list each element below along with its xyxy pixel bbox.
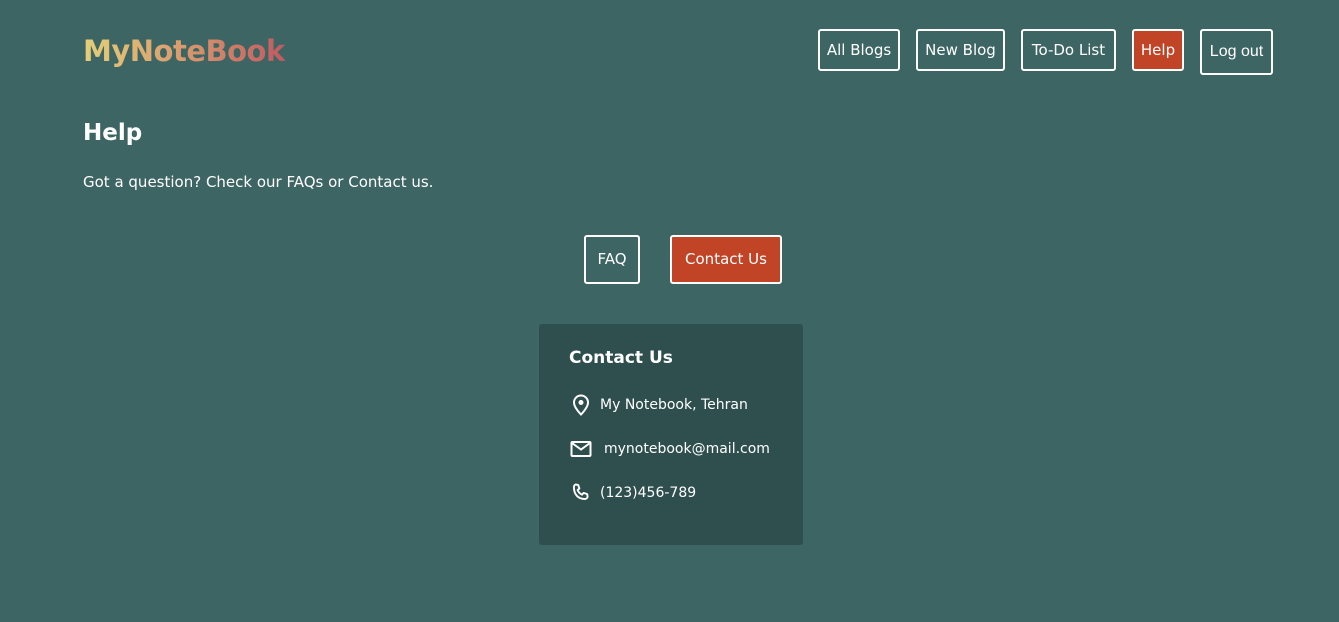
brand-logo[interactable]: MyNoteBook bbox=[83, 32, 285, 70]
nav-todo-list-button[interactable]: To-Do List bbox=[1021, 29, 1116, 71]
nav-logout-button[interactable]: Log out bbox=[1200, 29, 1273, 75]
contact-card-title: Contact Us bbox=[569, 348, 673, 368]
contact-address-text: My Notebook, Tehran bbox=[600, 397, 748, 413]
contact-phone-row: (123)456-789 bbox=[569, 481, 696, 505]
nav-all-blogs-button[interactable]: All Blogs bbox=[818, 29, 900, 71]
faq-tab-button[interactable]: FAQ bbox=[584, 235, 640, 284]
contact-us-tab-button[interactable]: Contact Us bbox=[670, 235, 782, 284]
phone-icon bbox=[569, 481, 593, 505]
contact-email-row: mynotebook@mail.com bbox=[569, 437, 770, 461]
contact-card: Contact Us My Notebook, Tehran mynoteboo… bbox=[539, 324, 803, 545]
nav-new-blog-button[interactable]: New Blog bbox=[916, 29, 1005, 71]
nav-help-button[interactable]: Help bbox=[1132, 29, 1184, 71]
contact-phone-text[interactable]: (123)456-789 bbox=[600, 483, 696, 503]
page-description: Got a question? Check our FAQs or Contac… bbox=[83, 173, 434, 191]
page-title: Help bbox=[83, 120, 143, 146]
location-pin-icon bbox=[569, 393, 593, 417]
mail-icon bbox=[569, 437, 593, 461]
contact-email-text[interactable]: mynotebook@mail.com bbox=[604, 439, 770, 459]
contact-address-row: My Notebook, Tehran bbox=[569, 393, 748, 417]
